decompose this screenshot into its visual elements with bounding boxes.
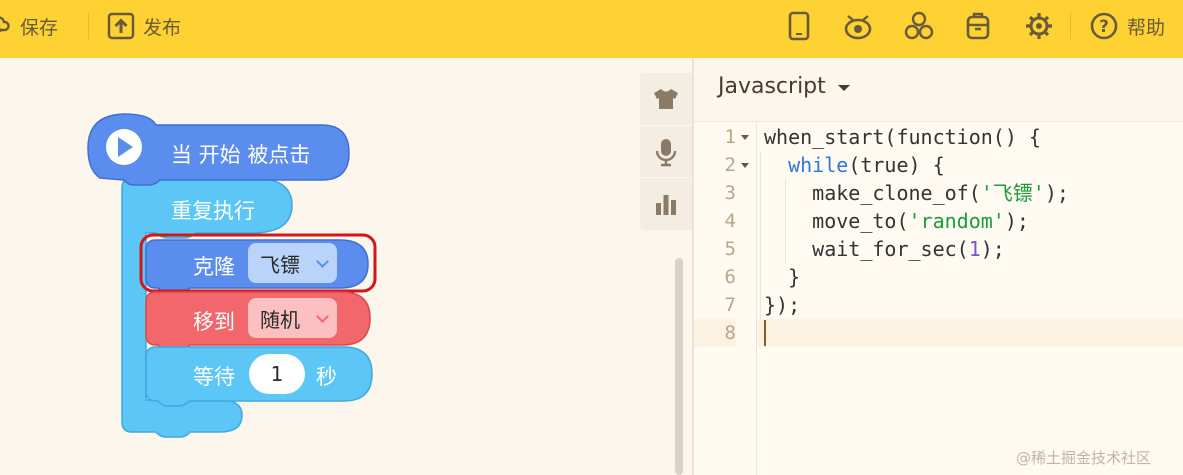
costume-icon[interactable] xyxy=(640,73,692,125)
line-number-gutter: 1 2 3 4 5 6 7 8 xyxy=(694,122,757,475)
svg-text:?: ? xyxy=(1099,17,1109,37)
move-target-dropdown[interactable]: 随机 xyxy=(248,298,337,338)
workspace-scrollbar[interactable] xyxy=(675,258,683,475)
watermark: @稀土掘金技术社区 xyxy=(1016,449,1152,467)
chart-icon[interactable] xyxy=(640,177,692,229)
line-number: 8 xyxy=(694,319,736,347)
active-line-highlight xyxy=(758,319,1183,347)
clone-target-value: 飞镖 xyxy=(260,252,300,277)
extensions-icon[interactable] xyxy=(903,10,935,42)
wait-seconds-value: 1 xyxy=(270,362,284,386)
help-label: 帮助 xyxy=(1127,16,1166,39)
indent-guide xyxy=(760,151,761,319)
settings-icon[interactable] xyxy=(1023,10,1055,42)
robot-icon[interactable] xyxy=(842,10,874,42)
tablet-icon[interactable] xyxy=(783,10,815,42)
backpack-icon[interactable] xyxy=(962,10,994,42)
code-panel: Javascript 1 2 3 4 5 6 7 8 when_start(fu… xyxy=(692,58,1183,475)
code-line-7: }); xyxy=(764,293,801,317)
forever-label: 重复执行 xyxy=(171,199,255,223)
code-line-6: } xyxy=(788,265,801,289)
line-number: 4 xyxy=(724,210,736,232)
line-number: 2 xyxy=(724,154,736,176)
line-number: 5 xyxy=(724,238,736,260)
line-number: 7 xyxy=(724,294,736,316)
code-line-4: move_to('random'); xyxy=(812,209,1029,233)
language-label: Javascript xyxy=(718,74,826,99)
side-rail xyxy=(640,73,692,230)
caret-down-icon xyxy=(837,85,850,91)
toolbar-divider xyxy=(1070,13,1071,39)
code-line-5: wait_for_sec(1); xyxy=(812,237,1005,261)
wait-label: 等待 xyxy=(193,365,235,389)
code-line-1: when_start(function() { xyxy=(764,125,1041,149)
code-editor[interactable]: when_start(function() { while(true) { ma… xyxy=(758,122,1183,475)
clone-target-dropdown[interactable]: 飞镖 xyxy=(248,243,337,283)
code-line-3: make_clone_of('飞镖'); xyxy=(812,181,1069,205)
move-label: 移到 xyxy=(193,310,235,334)
block-stack xyxy=(87,113,377,438)
help-icon: ? xyxy=(1089,11,1119,41)
code-line-2: while(true) { xyxy=(788,153,945,177)
line-number: 1 xyxy=(724,126,736,148)
text-cursor xyxy=(764,320,766,346)
line-number: 6 xyxy=(724,266,736,288)
move-target-value: 随机 xyxy=(260,307,300,332)
line-number: 3 xyxy=(724,182,736,204)
fold-icon[interactable] xyxy=(741,163,749,168)
help-button[interactable]: ? 帮助 xyxy=(1089,0,1165,52)
wait-unit-label: 秒 xyxy=(316,365,337,389)
fold-icon[interactable] xyxy=(741,135,749,140)
clone-label: 克隆 xyxy=(193,255,235,279)
code-panel-header: Javascript xyxy=(694,58,1183,122)
chevron-down-icon xyxy=(316,310,329,323)
chevron-down-icon xyxy=(316,255,329,268)
language-dropdown[interactable]: Javascript xyxy=(718,74,850,99)
wait-seconds-input[interactable]: 1 xyxy=(249,354,305,394)
microphone-icon[interactable] xyxy=(640,125,692,177)
hat-label: 当 开始 被点击 xyxy=(171,143,311,167)
